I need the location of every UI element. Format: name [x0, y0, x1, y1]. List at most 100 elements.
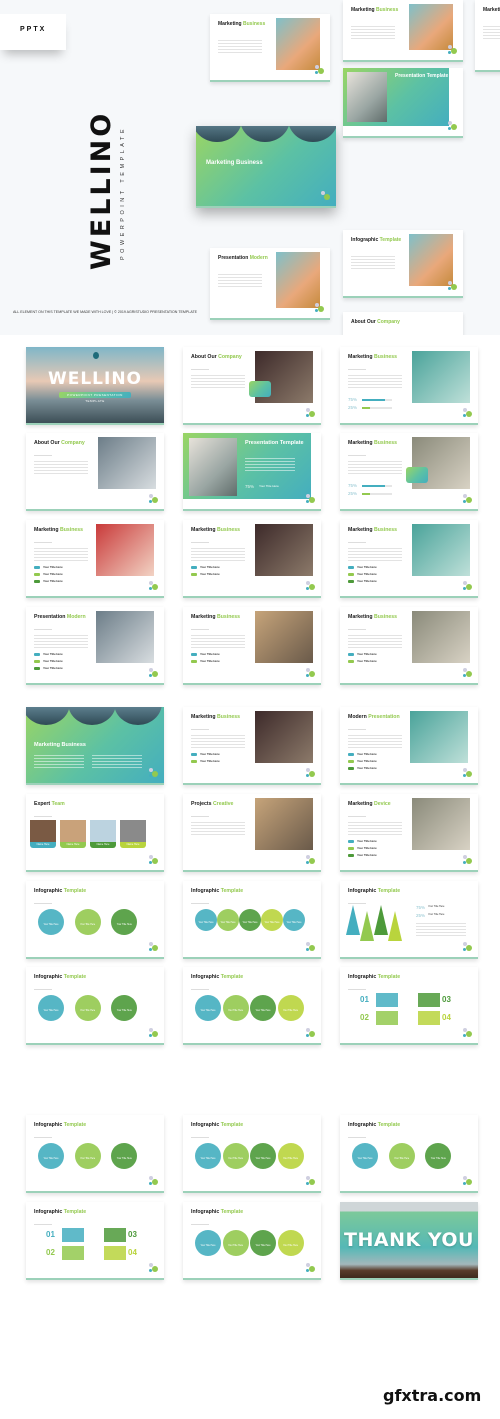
slide-photo [412, 351, 470, 403]
infographic-item-label: Your Title Here [116, 1010, 132, 1012]
slide-thumbnail-list[interactable]: Marketing Business Your Title Here Your Ti… [183, 707, 321, 785]
slide-title-accent: Business [216, 614, 241, 620]
cover-title: WELLINO [47, 369, 143, 389]
slide-title: Marketing Business [191, 714, 240, 720]
slide-thumbnail-device[interactable]: Marketing Device Your Title Here Your Titl… [340, 794, 478, 872]
slide-title: Marketing Business [191, 614, 241, 620]
slide-title-main: Marketing [348, 801, 373, 807]
list-item-label: Your Title Here [43, 565, 63, 569]
logo-dots-icon [315, 65, 325, 75]
logo-dots-icon [306, 581, 316, 591]
logo-dots-icon [463, 1176, 473, 1186]
hero-slide-thumbnail[interactable]: Marketing Business [210, 14, 330, 82]
step-card [62, 1228, 84, 1242]
subtitle-placeholder [191, 629, 209, 630]
slide-thumbnail-list[interactable]: Marketing Business Your Title Here Your Ti… [340, 607, 478, 685]
infographic-item-label: Your Title Here [198, 922, 214, 924]
slide-thumbnail-content[interactable]: Projects Creative [183, 794, 321, 872]
arrow-icon [348, 566, 354, 569]
slide-thumbnail-infographic[interactable]: Infographic Template 01 02 03 04 [26, 1202, 164, 1280]
infographic-item-label: Your Title Here [80, 924, 96, 926]
slide-thumbnail-infographic[interactable]: Infographic Template Your Title Here Your … [340, 1115, 478, 1193]
body-text-placeholder [218, 274, 262, 288]
list-item-label: Your Title Here [357, 659, 377, 663]
slide-thumbnail-gradient[interactable]: Presentation Template 75% Your Title Here [183, 433, 321, 511]
infographic-item [195, 995, 221, 1021]
slide-thumbnail-infographic[interactable]: Infographic Template Your Title Here Your … [183, 881, 321, 959]
slide-thumbnail-infographic[interactable]: Infographic Template Your Title Here Your … [26, 881, 164, 959]
slide-thumbnail-infographic[interactable]: Infographic Template Your Title Here Your … [26, 967, 164, 1045]
slide-thumbnail-cover[interactable]: WELLINO POWERPOINT PRESENTATION TEMPLATE [26, 347, 164, 425]
slide-thumbnail-list[interactable]: Marketing Business Your Title Here Your Ti… [183, 607, 321, 685]
slide-thumbnail-infographic[interactable]: Infographic Template Your Title Here Your … [183, 967, 321, 1045]
arrow-icon [34, 660, 40, 663]
hero-slide-thumbnail[interactable]: About Our Company [343, 312, 463, 335]
slide-thumbnail-list[interactable]: Modern Presentation Your Title Here Your T… [340, 707, 478, 785]
hero-slide-thumbnail[interactable]: Presentation Template [343, 68, 463, 138]
slide-title: Marketing Business [348, 614, 397, 620]
slide-title: Modern Presentation [348, 714, 400, 720]
infographic-item-label: Your Title Here [220, 922, 236, 924]
slide-thumbnail-stats[interactable]: Marketing Business 75% 25% [340, 347, 478, 425]
infographic-item-label: Your Title Here [242, 922, 258, 924]
slide-title-main: Infographic [34, 1122, 63, 1128]
infographic-item [74, 909, 101, 935]
slide-title-accent: Template [220, 888, 244, 894]
slide-thumbnail-infographic[interactable]: Infographic Template 75% Your Title Here 25… [340, 881, 478, 959]
slide-title: Infographic Template [191, 1122, 243, 1128]
brand-title: WELLINO [86, 110, 117, 270]
stat-value: 25% [348, 405, 358, 410]
arrow-icon [348, 847, 354, 850]
arrow-icon [191, 566, 197, 569]
slide-thumbnail-infographic[interactable]: Infographic Template Your Title Here Your … [183, 1115, 321, 1193]
list-item-label: Your Title Here [43, 572, 63, 576]
slide-title: Marketing Business [348, 440, 397, 446]
infographic-item-label: Your Title Here [80, 1010, 96, 1012]
list-item-label: Your Title Here [43, 659, 63, 663]
team-member-name: Name Here [30, 842, 56, 848]
slide-thumbnail-list[interactable]: Presentation Modern Your Title Here Your T… [26, 607, 164, 685]
slide-thumbnail-team[interactable]: Expert Team Name Here Name Here Name Here Na… [26, 794, 164, 872]
hero-slide-thumbnail[interactable]: Infographic Template [343, 230, 463, 298]
hero-slide-thumbnail[interactable]: Presentation Modern [210, 248, 330, 320]
slide-thumbnail-infographic[interactable]: Infographic Template Your Title Here Your … [183, 1202, 321, 1280]
subtitle-placeholder [348, 1137, 366, 1138]
slide-thumbnail-content[interactable]: About Our Company [183, 347, 321, 425]
slide-photo [276, 18, 320, 70]
slide-title-main: Infographic [191, 1209, 220, 1215]
arrow-icon [191, 760, 197, 763]
slide-thumbnail-infographic[interactable]: Infographic Template Your Title Here Your … [26, 1115, 164, 1193]
progress-bar [362, 485, 392, 487]
slide-photo [96, 524, 154, 576]
infographic-item-label: Your Title Here [255, 1010, 271, 1012]
body-text-placeholder [348, 735, 402, 749]
hero-slide-thumbnail[interactable]: Marketing Business [196, 126, 336, 208]
slide-title: Marketing Business [34, 742, 86, 749]
logo-dots-icon [463, 668, 473, 678]
slide-title: Presentation Modern [218, 255, 268, 261]
slide-title-main: Infographic [348, 974, 377, 980]
tree-icon [388, 911, 402, 941]
stat-value: 75% [245, 484, 255, 489]
hero-slide-thumbnail[interactable]: Marketing [475, 0, 500, 72]
logo-dots-icon [463, 581, 473, 591]
subtitle-placeholder [348, 455, 366, 456]
body-text-placeholder [351, 26, 395, 40]
slide-thumbnail-gradient-wave[interactable]: Marketing Business [26, 707, 164, 785]
slide-thumbnail-infographic[interactable]: Infographic Template 01 02 03 04 [340, 967, 478, 1045]
slide-thumbnail-list[interactable]: Marketing Business Your Title Here Your Ti… [340, 520, 478, 598]
progress-bar [362, 399, 392, 401]
infographic-item [352, 1143, 378, 1169]
slide-thumbnail-thankyou[interactable]: THANK YOU [340, 1202, 478, 1280]
logo-dots-icon [306, 942, 316, 952]
infographic-item [222, 1230, 249, 1256]
progress-bar [362, 493, 392, 495]
slide-thumbnail-stats[interactable]: Marketing Business 75% 25% [340, 433, 478, 511]
slide-photo [409, 234, 453, 286]
slide-thumbnail-list[interactable]: Marketing Business Your Title Here Your Ti… [183, 520, 321, 598]
hero-slide-thumbnail[interactable]: Marketing Business [343, 0, 463, 62]
infographic-item [38, 995, 64, 1021]
body-text-placeholder [483, 26, 500, 40]
slide-thumbnail-content[interactable]: About Our Company [26, 433, 164, 511]
slide-thumbnail-list[interactable]: Marketing Business Your Title Here Your Ti… [26, 520, 164, 598]
